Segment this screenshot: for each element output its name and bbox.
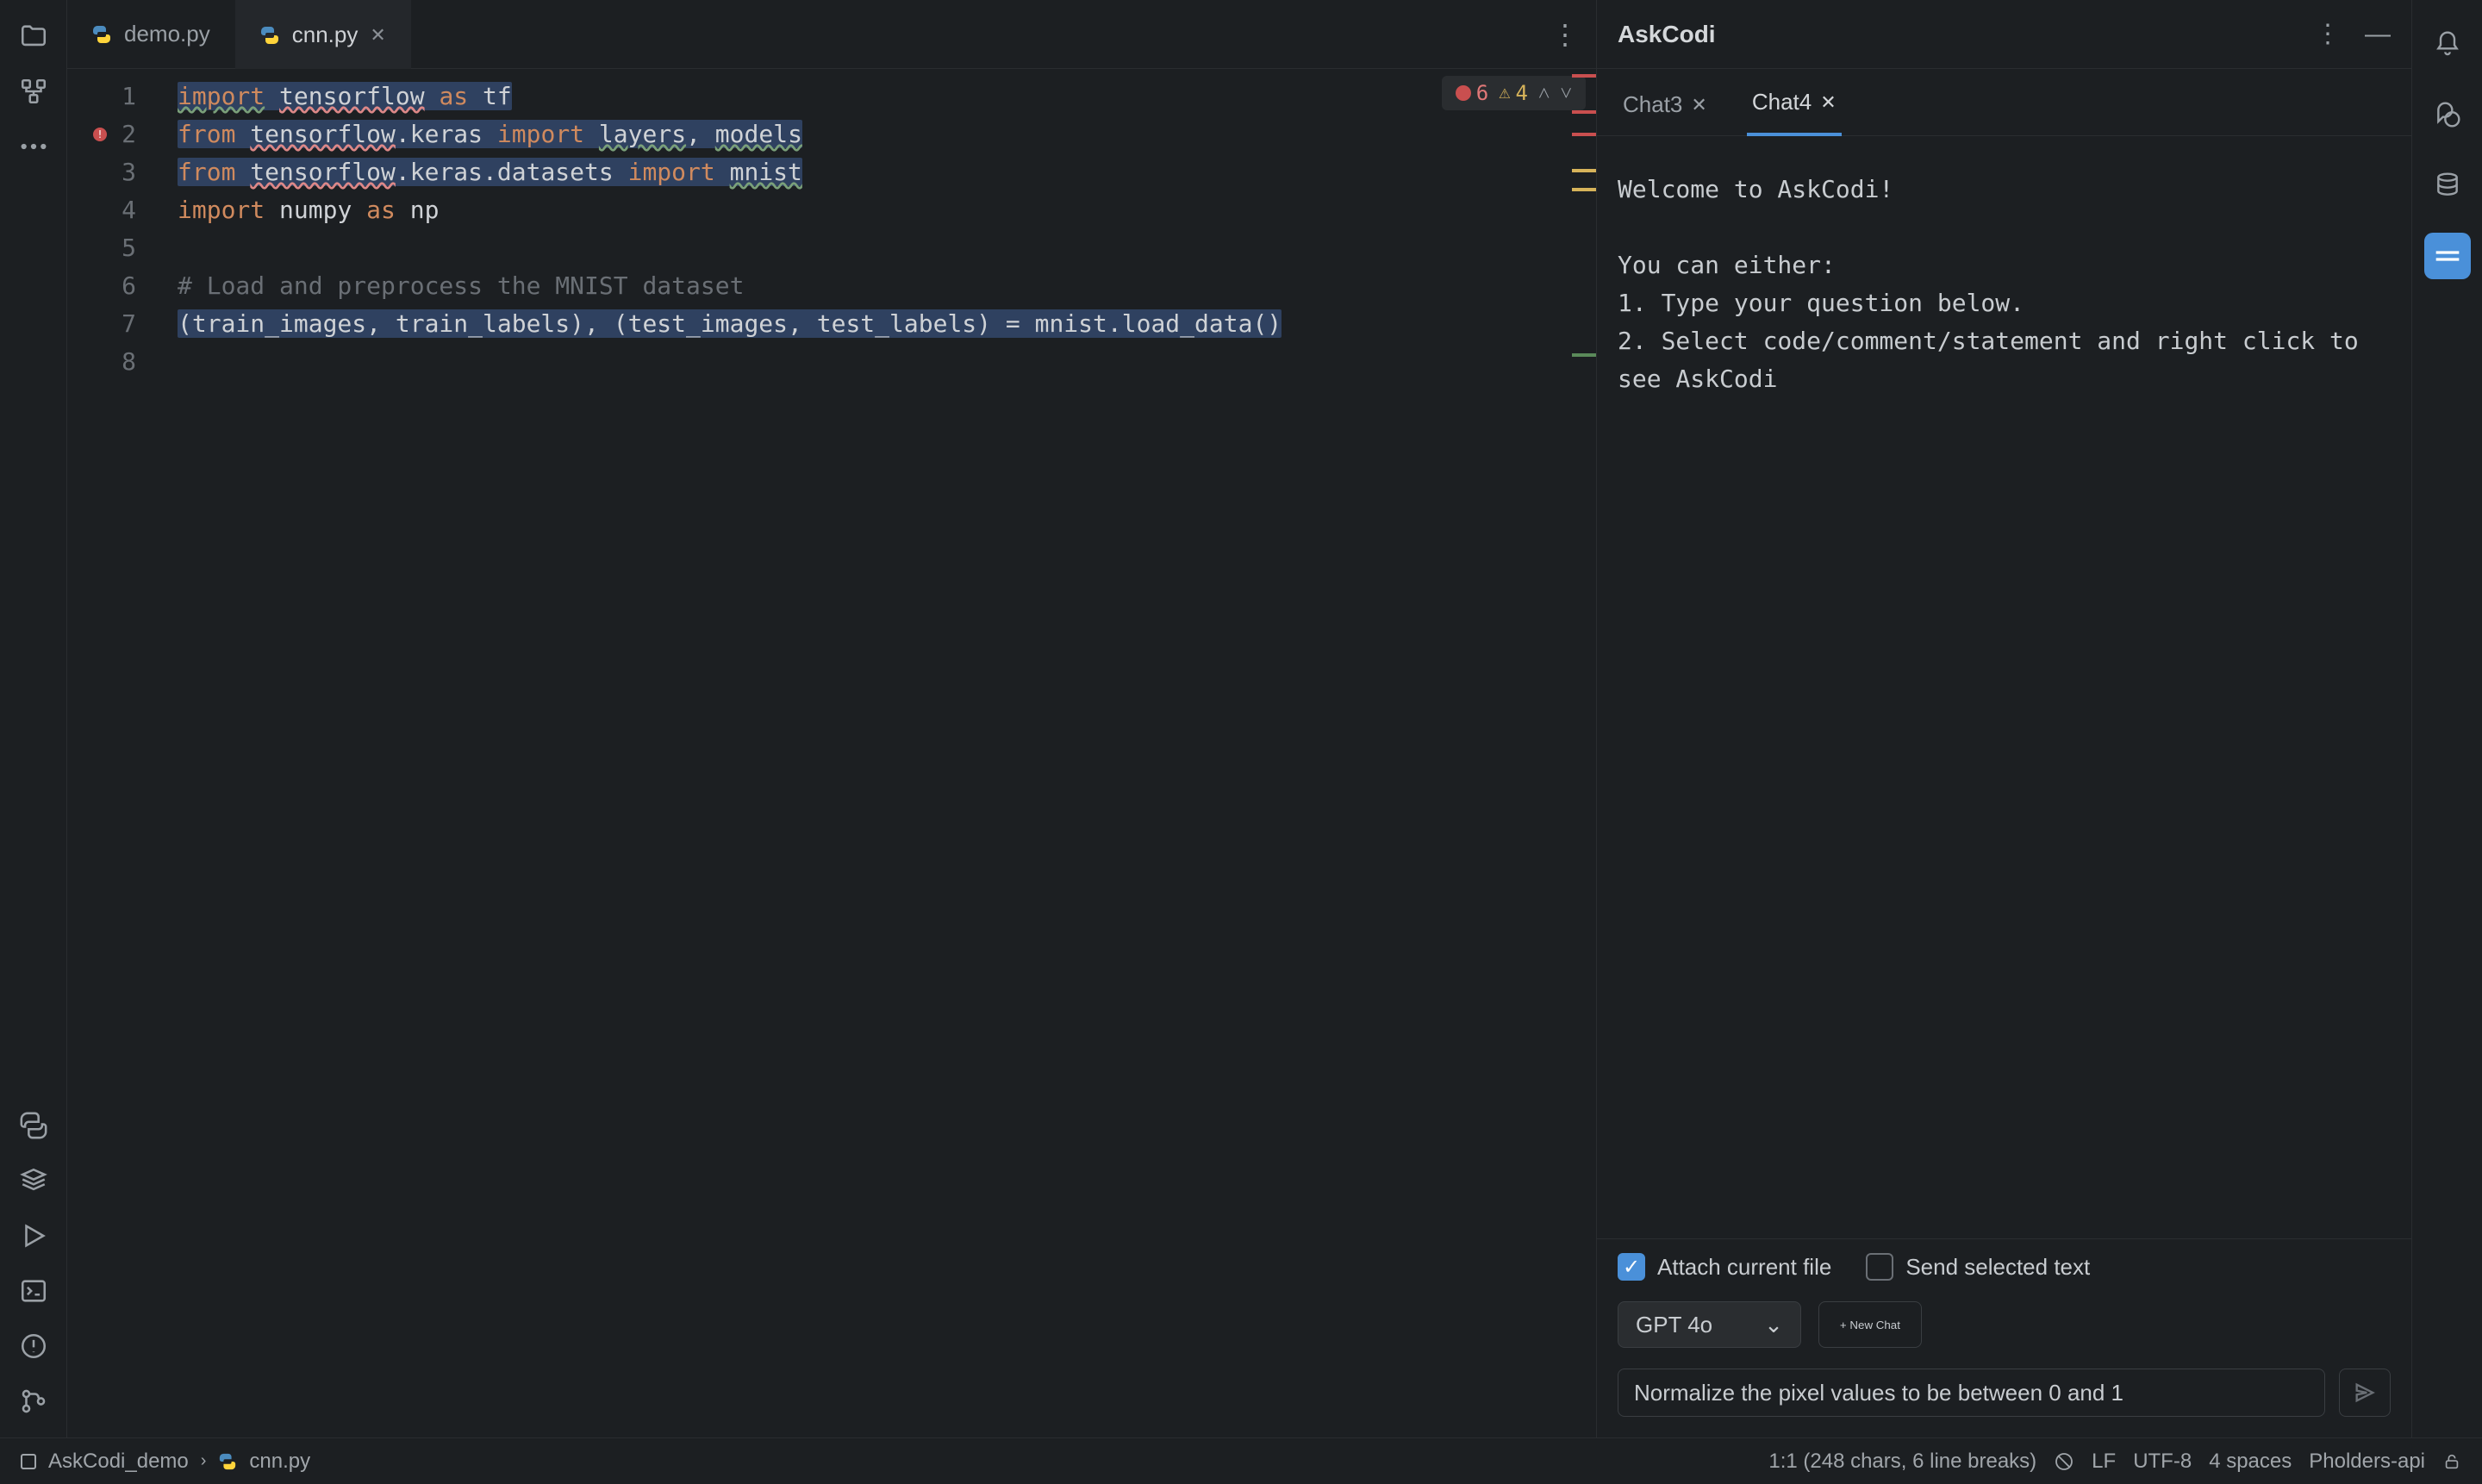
status-bar: AskCodi_demo › cnn.py 1:1 (248 chars, 6 … [0,1437,2482,1484]
askcodi-tool-icon[interactable] [2424,233,2471,279]
code-line[interactable]: # Load and preprocess the MNIST dataset [178,267,1596,305]
chat-input[interactable] [1618,1369,2325,1417]
line-ending[interactable]: LF [2092,1450,2116,1474]
code-line[interactable] [178,343,1596,381]
packages-icon[interactable] [18,1165,49,1196]
chevron-down-icon: ⌄ [1764,1312,1783,1338]
services-icon[interactable] [18,1220,49,1251]
tab-cnn[interactable]: cnn.py ✕ [235,0,411,69]
tab-label: demo.py [124,21,210,47]
lock-icon[interactable] [2442,1452,2461,1471]
editor-area: demo.py cnn.py ✕ ⋮ 1 ! 2 3 4 5 6 7 8 6 ⚠… [67,0,1596,1437]
close-icon[interactable]: ✕ [1820,91,1836,114]
encoding[interactable]: UTF-8 [2133,1450,2192,1474]
python-file-icon [91,24,112,45]
database-icon[interactable] [2424,162,2471,209]
checkbox-icon [1866,1253,1893,1281]
close-icon[interactable]: ✕ [370,24,385,47]
error-icon [1456,85,1471,101]
cursor-position[interactable]: 1:1 (248 chars, 6 line breaks) [1768,1450,2036,1474]
code-content[interactable]: 6 ⚠4 ˄ ˅ import tensorflow as tf from te… [178,69,1596,1437]
terminal-icon[interactable] [18,1275,49,1306]
code-line[interactable]: import tensorflow as tf [178,78,1596,115]
activity-bar [0,0,67,1437]
panel-header: AskCodi ⋮ — [1597,0,2411,69]
minimize-icon[interactable]: — [2365,20,2391,49]
new-chat-button[interactable]: + New Chat [1818,1301,1922,1348]
warning-icon: ⚠ [1499,74,1510,112]
code-editor[interactable]: 1 ! 2 3 4 5 6 7 8 6 ⚠4 ˄ ˅ import tensor… [67,69,1596,1437]
tab-label: cnn.py [292,22,359,48]
panel-options-icon[interactable]: ⋮ [2315,19,2341,49]
project-icon[interactable] [18,21,49,52]
code-line[interactable]: (train_images, train_labels), (test_imag… [178,305,1596,343]
problems-icon[interactable] [18,1331,49,1362]
inlay-hints-icon[interactable] [2054,1451,2074,1472]
close-icon[interactable]: ✕ [1691,94,1706,116]
model-select[interactable]: GPT 4o ⌄ [1618,1301,1801,1348]
python-console-icon[interactable] [18,1110,49,1141]
error-marker-icon[interactable]: ! [93,128,107,141]
send-selected-checkbox[interactable]: Send selected text [1866,1253,2090,1281]
chat-tab-4[interactable]: Chat4 ✕ [1747,72,1842,136]
status-right[interactable]: Pholders-api [2309,1450,2425,1474]
notifications-icon[interactable] [2424,21,2471,67]
chevron-right-icon: › [201,1451,207,1471]
chat-tab-3[interactable]: Chat3 ✕ [1618,74,1712,135]
python-file-icon [218,1452,237,1471]
chat-body: Welcome to AskCodi! You can either: 1. T… [1597,136,2411,1238]
attach-file-checkbox[interactable]: ✓ Attach current file [1618,1253,1831,1281]
ai-assistant-icon[interactable] [2424,91,2471,138]
send-button[interactable] [2339,1369,2391,1417]
askcodi-panel: AskCodi ⋮ — Chat3 ✕ Chat4 ✕ Welcome to A… [1596,0,2411,1437]
structure-icon[interactable] [18,76,49,107]
prev-problem-icon[interactable]: ˄ [1538,74,1550,112]
module-icon [21,1454,36,1469]
indent[interactable]: 4 spaces [2209,1450,2292,1474]
breadcrumb-project[interactable]: AskCodi_demo [48,1450,189,1474]
checkbox-checked-icon: ✓ [1618,1253,1645,1281]
editor-tab-bar: demo.py cnn.py ✕ ⋮ [67,0,1596,69]
more-icon[interactable] [18,131,49,162]
gutter: 1 ! 2 3 4 5 6 7 8 [67,69,178,1437]
code-line[interactable]: import numpy as np [178,191,1596,229]
panel-title: AskCodi [1618,21,1716,48]
code-line[interactable] [178,229,1596,267]
diagnostics-widget[interactable]: 6 ⚠4 ˄ ˅ [1442,76,1586,110]
chat-tabs: Chat3 ✕ Chat4 ✕ [1597,69,2411,136]
chat-footer: ✓ Attach current file Send selected text… [1597,1238,2411,1437]
tool-strip [2411,0,2482,1437]
code-line[interactable]: from tensorflow.keras.datasets import mn… [178,153,1596,191]
code-line[interactable]: from tensorflow.keras import layers, mod… [178,115,1596,153]
minimap[interactable] [1568,69,1596,414]
tab-demo[interactable]: demo.py [67,0,235,69]
breadcrumb-file[interactable]: cnn.py [249,1450,310,1474]
python-file-icon [259,25,280,46]
tab-overflow-icon[interactable]: ⋮ [1551,18,1579,51]
vcs-icon[interactable] [18,1386,49,1417]
